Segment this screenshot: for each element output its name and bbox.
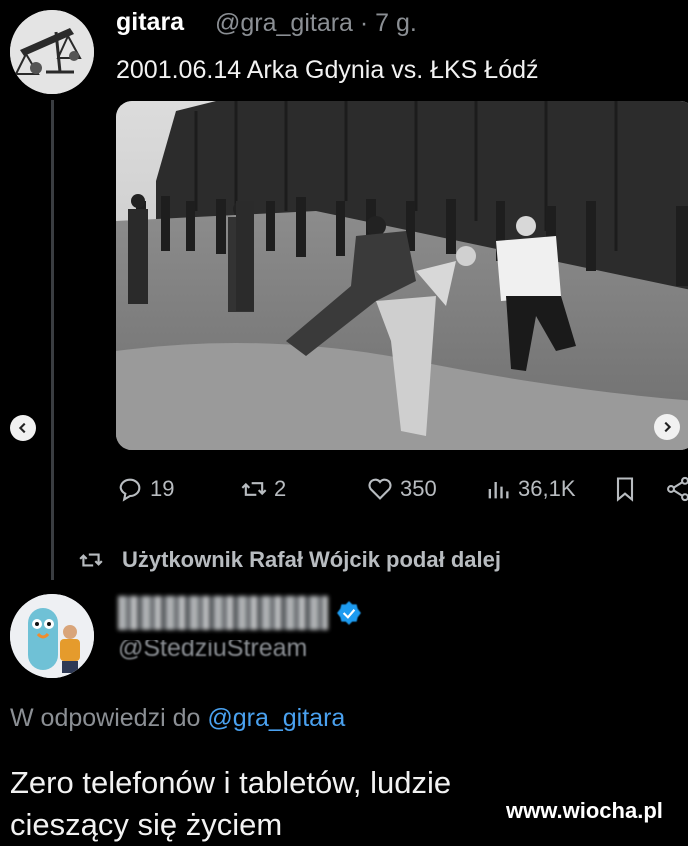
retweet-notice: Użytkownik Rafał Wójcik podał dalej [78, 547, 501, 573]
verified-badge-icon [337, 601, 361, 625]
reply-bubble-icon [119, 478, 141, 502]
retweet-button[interactable]: 2 [240, 475, 286, 503]
like-count: 350 [400, 476, 437, 501]
bookmark-icon [616, 477, 634, 502]
reply-button[interactable]: 19 [116, 475, 174, 503]
views-count: 36,1K [518, 476, 576, 501]
author-name[interactable]: gitara [116, 8, 184, 37]
carousel-next-button[interactable] [654, 414, 680, 440]
tweet-text: 2001.06.14 Arka Gdynia vs. ŁKS Łódź [116, 56, 539, 84]
bookmark-button[interactable] [611, 475, 639, 503]
chevron-right-icon [664, 421, 672, 433]
heart-icon [368, 478, 392, 500]
tweet-action-bar: 19 2 350 36,1K [116, 475, 688, 505]
reply-author-handle[interactable]: @StedziuStream [118, 640, 307, 664]
chevron-left-icon [18, 422, 26, 434]
retweet-icon [79, 553, 103, 567]
retweet-count: 2 [274, 476, 287, 501]
bar-chart-icon [488, 482, 509, 499]
thread-line [51, 100, 54, 580]
reply-to-prefix: W odpowiedzi do [10, 704, 201, 732]
share-icon [667, 476, 688, 502]
reply-to-mention[interactable]: @gra_gitara [207, 704, 345, 732]
crowd-fight-photo-icon [116, 101, 688, 450]
reply-author-name-blurred[interactable] [118, 596, 328, 630]
scales-of-justice-avatar-icon [10, 10, 94, 94]
share-button[interactable] [664, 475, 688, 503]
site-watermark: www.wiocha.pl [506, 798, 663, 823]
author-avatar[interactable] [10, 10, 94, 94]
tweet-photo[interactable] [116, 101, 688, 450]
carousel-prev-button[interactable] [10, 415, 36, 441]
views-button[interactable]: 36,1K [484, 475, 576, 503]
mascot-avatar-icon [10, 594, 94, 678]
reply-count: 19 [150, 476, 175, 501]
like-button[interactable]: 350 [366, 475, 437, 503]
author-handle-time[interactable]: @gra_gitara · 7 g. [215, 9, 417, 38]
retweet-icon [241, 482, 267, 496]
reply-author-avatar[interactable] [10, 594, 94, 678]
retweet-notice-text[interactable]: Użytkownik Rafał Wójcik podał dalej [122, 547, 501, 573]
reply-to-line: W odpowiedzi do @gra_gitara [10, 704, 345, 733]
